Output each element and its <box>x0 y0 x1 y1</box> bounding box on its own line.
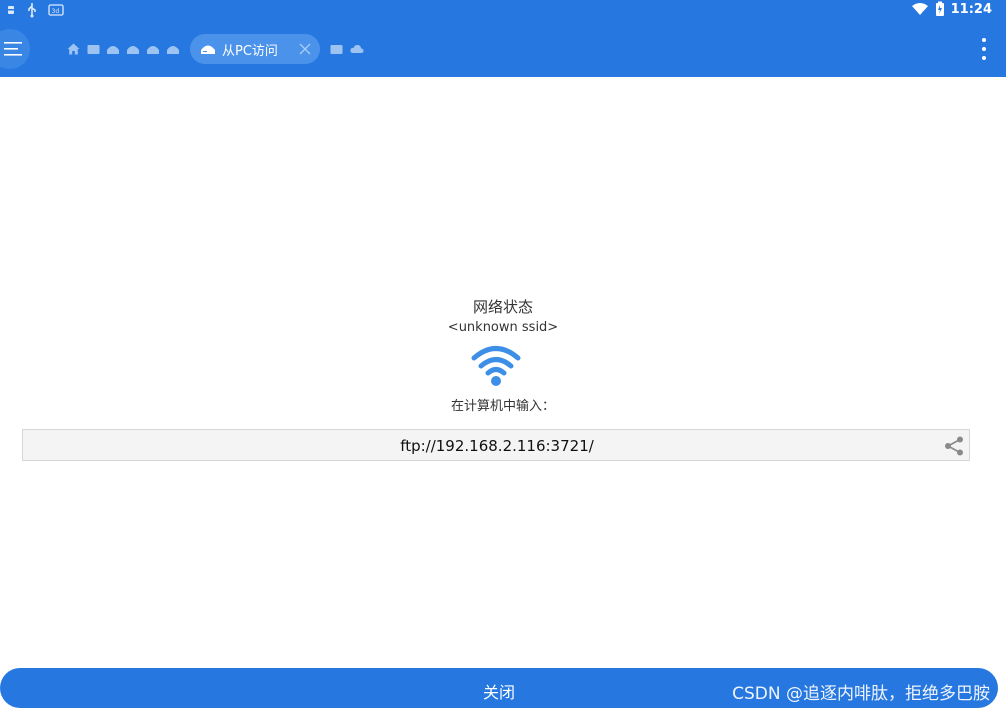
ftp-address-text[interactable]: ftp://192.168.2.116:3721/ <box>23 437 971 455</box>
status-left-icons: 3d <box>6 2 64 18</box>
network-icon[interactable] <box>166 42 180 56</box>
status-bar: 3d x 11:24 <box>0 0 1006 20</box>
breadcrumb: 从PC访问 <box>66 34 364 64</box>
watermark: CSDN @追逐内啡肽，拒绝多巴胺 <box>732 684 990 704</box>
status-right: x 11:24 <box>911 1 992 17</box>
more-options-button[interactable] <box>974 36 994 62</box>
usb-icon <box>28 3 36 18</box>
network-icon <box>201 45 215 54</box>
wifi-signal-icon: x <box>911 3 928 16</box>
wifi-icon <box>471 346 521 386</box>
tab-label: 从PC访问 <box>222 43 278 59</box>
share-icon[interactable] <box>943 435 965 457</box>
network-icon[interactable] <box>146 42 160 56</box>
input-hint: 在计算机中输入： <box>450 399 555 414</box>
svg-text:3d: 3d <box>52 8 60 15</box>
close-tab-button[interactable] <box>298 42 312 56</box>
network-icon[interactable] <box>126 42 140 56</box>
home-icon[interactable] <box>66 42 80 56</box>
folder-icon[interactable] <box>86 42 100 56</box>
overflow-dot <box>982 38 986 42</box>
close-icon <box>299 43 311 55</box>
screenshot-icon: 3d <box>48 4 64 16</box>
overflow-dot <box>982 56 986 60</box>
overflow-dot <box>982 47 986 51</box>
app-bar: 从PC访问 <box>0 20 1006 77</box>
network-status-title: 网络状态 <box>472 298 533 316</box>
cloud-icon[interactable] <box>350 42 364 56</box>
clock: 11:24 <box>950 1 992 17</box>
battery-icon <box>935 1 944 16</box>
hamburger-menu-icon <box>4 42 22 56</box>
tab-pc-access[interactable]: 从PC访问 <box>190 34 320 64</box>
ftp-address-field[interactable]: ftp://192.168.2.116:3721/ <box>22 429 970 461</box>
notification-icon <box>7 6 15 14</box>
network-icon[interactable] <box>106 42 120 56</box>
ssid-label: <unknown ssid> <box>447 320 559 335</box>
menu-button[interactable] <box>0 29 30 69</box>
folder-icon[interactable] <box>330 42 344 56</box>
svg-text:x: x <box>922 10 926 16</box>
